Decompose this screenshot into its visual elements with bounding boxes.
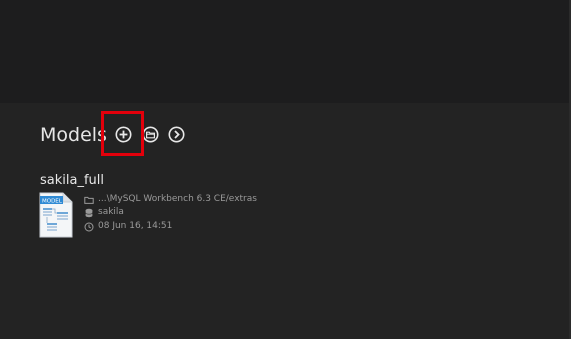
model-path-row: ...\MySQL Workbench 6.3 CE/extras bbox=[84, 193, 257, 206]
workbench-home-frame: Models sakila_full MODEL ...\MySQL Workb… bbox=[0, 0, 571, 339]
model-file-icon[interactable]: MODEL bbox=[39, 192, 73, 238]
model-schema: sakila bbox=[98, 207, 124, 217]
folder-icon bbox=[84, 196, 94, 204]
model-modified: 08 Jun 16, 14:51 bbox=[98, 221, 173, 231]
database-icon bbox=[85, 208, 93, 217]
model-modified-row: 08 Jun 16, 14:51 bbox=[84, 220, 172, 233]
model-file-badge: MODEL bbox=[42, 199, 63, 205]
chevron-right-circle-icon bbox=[168, 126, 185, 143]
model-path: ...\MySQL Workbench 6.3 CE/extras bbox=[98, 194, 257, 204]
open-folder-icon bbox=[142, 126, 159, 143]
open-model-button[interactable] bbox=[142, 126, 159, 143]
models-title: Models bbox=[40, 124, 107, 146]
highlight-box bbox=[101, 111, 144, 156]
browse-models-button[interactable] bbox=[168, 126, 185, 143]
model-schema-row: sakila bbox=[84, 206, 124, 219]
model-tile-title[interactable]: sakila_full bbox=[40, 172, 104, 190]
connections-area bbox=[0, 0, 571, 103]
clock-icon bbox=[84, 222, 94, 231]
